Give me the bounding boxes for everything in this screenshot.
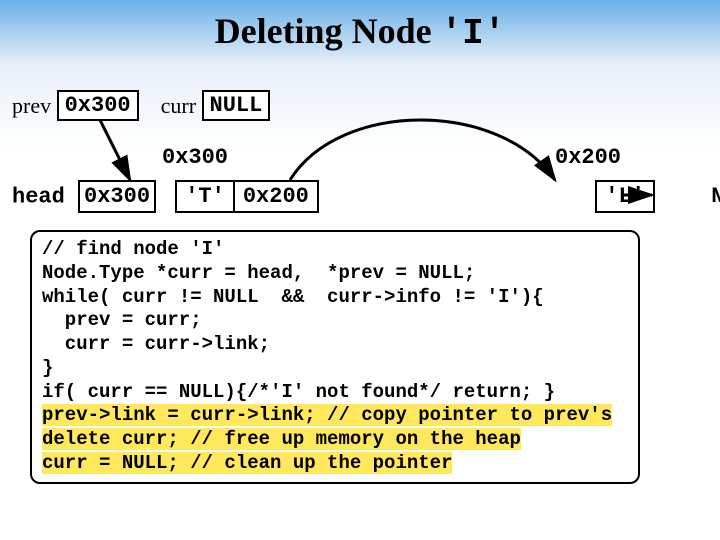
head-row: head 0x300 'T'0x200 'L' NULL bbox=[12, 180, 720, 213]
null-tail: NULL bbox=[711, 182, 720, 211]
code-l8: prev->link = curr->link; // copy pointer… bbox=[42, 404, 612, 426]
prev-box: 0x300 bbox=[57, 90, 139, 121]
code-l1: // find node 'I' bbox=[42, 238, 224, 260]
node-T-link: 0x200 bbox=[235, 182, 317, 211]
addr-0x200: 0x200 bbox=[555, 145, 621, 170]
code-l3: while( curr != NULL && curr->info != 'I'… bbox=[42, 286, 544, 308]
node-L-info: 'L' bbox=[597, 182, 653, 211]
code-l6: } bbox=[42, 357, 53, 379]
curr-label: curr bbox=[161, 93, 196, 119]
slide-title: Deleting Node 'I' bbox=[0, 0, 720, 54]
head-box: 0x300 bbox=[78, 180, 156, 213]
code-l9: delete curr; // free up memory on the he… bbox=[42, 428, 521, 450]
node-T: 'T'0x200 bbox=[175, 180, 319, 213]
prev-label: prev bbox=[12, 93, 51, 119]
node-T-info: 'T' bbox=[177, 182, 235, 211]
head-label: head bbox=[12, 184, 65, 209]
node-L: 'L' bbox=[595, 180, 655, 213]
code-l10: curr = NULL; // clean up the pointer bbox=[42, 452, 452, 474]
title-mono: 'I' bbox=[441, 13, 506, 54]
code-l5: curr = curr->link; bbox=[42, 333, 270, 355]
addr-0x300: 0x300 bbox=[162, 145, 228, 170]
code-l4: prev = curr; bbox=[42, 309, 202, 331]
code-block: // find node 'I' Node.Type *curr = head,… bbox=[30, 230, 640, 484]
title-text: Deleting Node bbox=[215, 11, 441, 51]
curr-box: NULL bbox=[202, 90, 271, 121]
code-l2: Node.Type *curr = head, *prev = NULL; bbox=[42, 262, 475, 284]
pointer-row: prev 0x300 curr NULL bbox=[12, 90, 270, 121]
code-l7: if( curr == NULL){/*'I' not found*/ retu… bbox=[42, 381, 555, 403]
